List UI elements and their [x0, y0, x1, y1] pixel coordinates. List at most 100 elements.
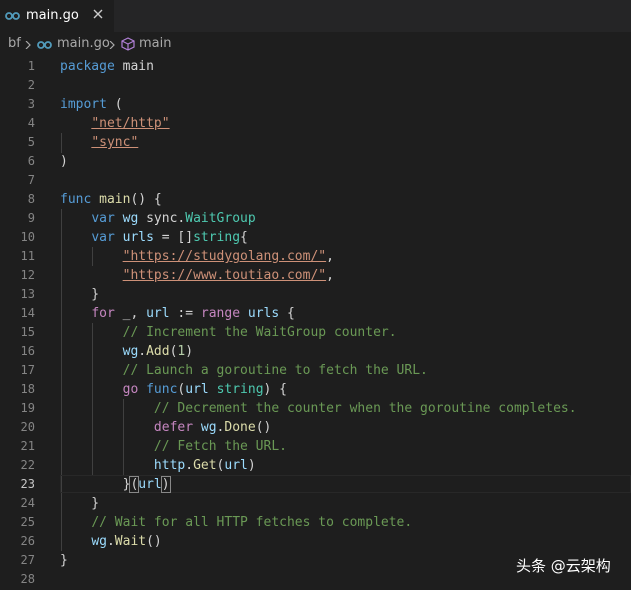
code-token: sync. [138, 211, 186, 226]
cube-symbol-icon [121, 37, 135, 51]
code-token: { [279, 306, 295, 321]
code-token: ) { [263, 382, 288, 397]
code-line[interactable]: 6) [0, 152, 631, 171]
code-token: package [60, 59, 115, 74]
code-line[interactable]: 4 "net/http" [0, 114, 631, 133]
line-number: 8 [27, 192, 35, 206]
code-token: for [91, 306, 115, 321]
tab-main-go[interactable]: main.go [0, 0, 114, 32]
code-token: Add [146, 344, 170, 359]
line-number: 25 [20, 515, 35, 529]
line-number: 13 [20, 287, 35, 301]
code-token: import [60, 97, 107, 112]
code-line[interactable]: 15 // Increment the WaitGroup counter. [0, 323, 631, 342]
code-token: wg [91, 534, 107, 549]
close-icon[interactable] [92, 8, 104, 20]
code-token: urls [122, 230, 154, 245]
code-token: } [60, 287, 100, 302]
code-token: } [60, 553, 68, 568]
code-token: func [60, 192, 92, 207]
code-line[interactable]: 22 http.Get(url) [0, 456, 631, 475]
code-token: range [200, 306, 241, 321]
line-number: 22 [20, 458, 35, 472]
line-number: 16 [20, 344, 35, 358]
code-text: for _, url := range urls { [60, 305, 295, 322]
code-line[interactable]: 16 wg.Add(1) [0, 342, 631, 361]
code-token: ) [60, 154, 68, 169]
code-line[interactable]: 20 defer wg.Done() [0, 418, 631, 437]
code-token: "net/http" [91, 116, 170, 131]
line-number: 14 [20, 306, 35, 320]
code-line[interactable]: 26 wg.Wait() [0, 532, 631, 551]
code-line[interactable]: 25 // Wait for all HTTP fetches to compl… [0, 513, 631, 532]
line-number: 4 [27, 116, 35, 130]
code-text: import ( [60, 96, 123, 113]
code-line[interactable]: 23 }(url) [0, 475, 631, 494]
code-token: "https://studygolang.com/" [122, 249, 327, 264]
code-token: ) [247, 458, 256, 473]
code-token: // Wait for all HTTP fetches to complete… [91, 515, 413, 530]
code-line[interactable]: 2 [0, 76, 631, 95]
code-token: defer [153, 420, 194, 435]
code-line[interactable]: 19 // Decrement the counter when the gor… [0, 399, 631, 418]
line-number: 6 [27, 154, 35, 168]
code-token: "https://www.toutiao.com/" [122, 268, 327, 283]
breadcrumb-symbol[interactable]: main [139, 36, 171, 51]
code-line[interactable]: 10 var urls = []string{ [0, 228, 631, 247]
code-token: () [255, 420, 272, 435]
code-text: var wg sync.WaitGroup [60, 210, 255, 227]
code-line[interactable]: 21 // Fetch the URL. [0, 437, 631, 456]
code-token: url [224, 458, 248, 473]
code-line[interactable]: 1 package main [0, 57, 631, 76]
code-line[interactable]: 24 } [0, 494, 631, 513]
code-token: ) [185, 344, 194, 359]
code-token: string [193, 230, 241, 245]
code-line[interactable]: 5 "sync" [0, 133, 631, 152]
line-number: 15 [20, 325, 35, 339]
line-number: 19 [20, 401, 35, 415]
line-number: 20 [20, 420, 35, 434]
code-token: main [99, 192, 131, 207]
code-line[interactable]: 12 "https://www.toutiao.com/", [0, 266, 631, 285]
code-token: string [216, 382, 264, 397]
code-token: ( [106, 97, 123, 112]
code-line[interactable]: 14 for _, url := range urls { [0, 304, 631, 323]
code-line[interactable]: 8 func main() { [0, 190, 631, 209]
code-token: . [185, 458, 194, 473]
breadcrumb-file[interactable]: main.go [57, 36, 110, 51]
code-token: func [146, 382, 178, 397]
code-token: wg [200, 420, 217, 435]
code-text: wg.Add(1) [60, 343, 193, 360]
code-line[interactable]: 17 // Launch a goroutine to fetch the UR… [0, 361, 631, 380]
code-line[interactable]: 11 "https://studygolang.com/", [0, 247, 631, 266]
code-text: package main [60, 58, 154, 75]
code-token: } [60, 496, 100, 511]
code-line[interactable]: 3 import ( [0, 95, 631, 114]
code-token: // Increment the WaitGroup counter. [122, 325, 397, 340]
code-token: // Decrement the counter when the gorout… [153, 401, 577, 416]
code-line[interactable]: 7 [0, 171, 631, 190]
code-line[interactable]: 18 go func(url string) { [0, 380, 631, 399]
code-text: wg.Wait() [60, 533, 161, 550]
code-line[interactable]: 13 } [0, 285, 631, 304]
code-line[interactable]: 9 var wg sync.WaitGroup [0, 209, 631, 228]
go-file-icon [37, 41, 52, 49]
code-token: urls [247, 306, 280, 321]
code-text: defer wg.Done() [60, 419, 271, 436]
code-editor[interactable]: 1 package main 2 3 import (4 "net/http" 5 "sy… [0, 57, 631, 590]
code-token: { [240, 230, 248, 245]
code-token: url [146, 306, 170, 321]
breadcrumb-folder[interactable]: bf [8, 36, 21, 51]
tab-bar: main.go [0, 0, 631, 32]
code-text: // Fetch the URL. [60, 438, 287, 455]
